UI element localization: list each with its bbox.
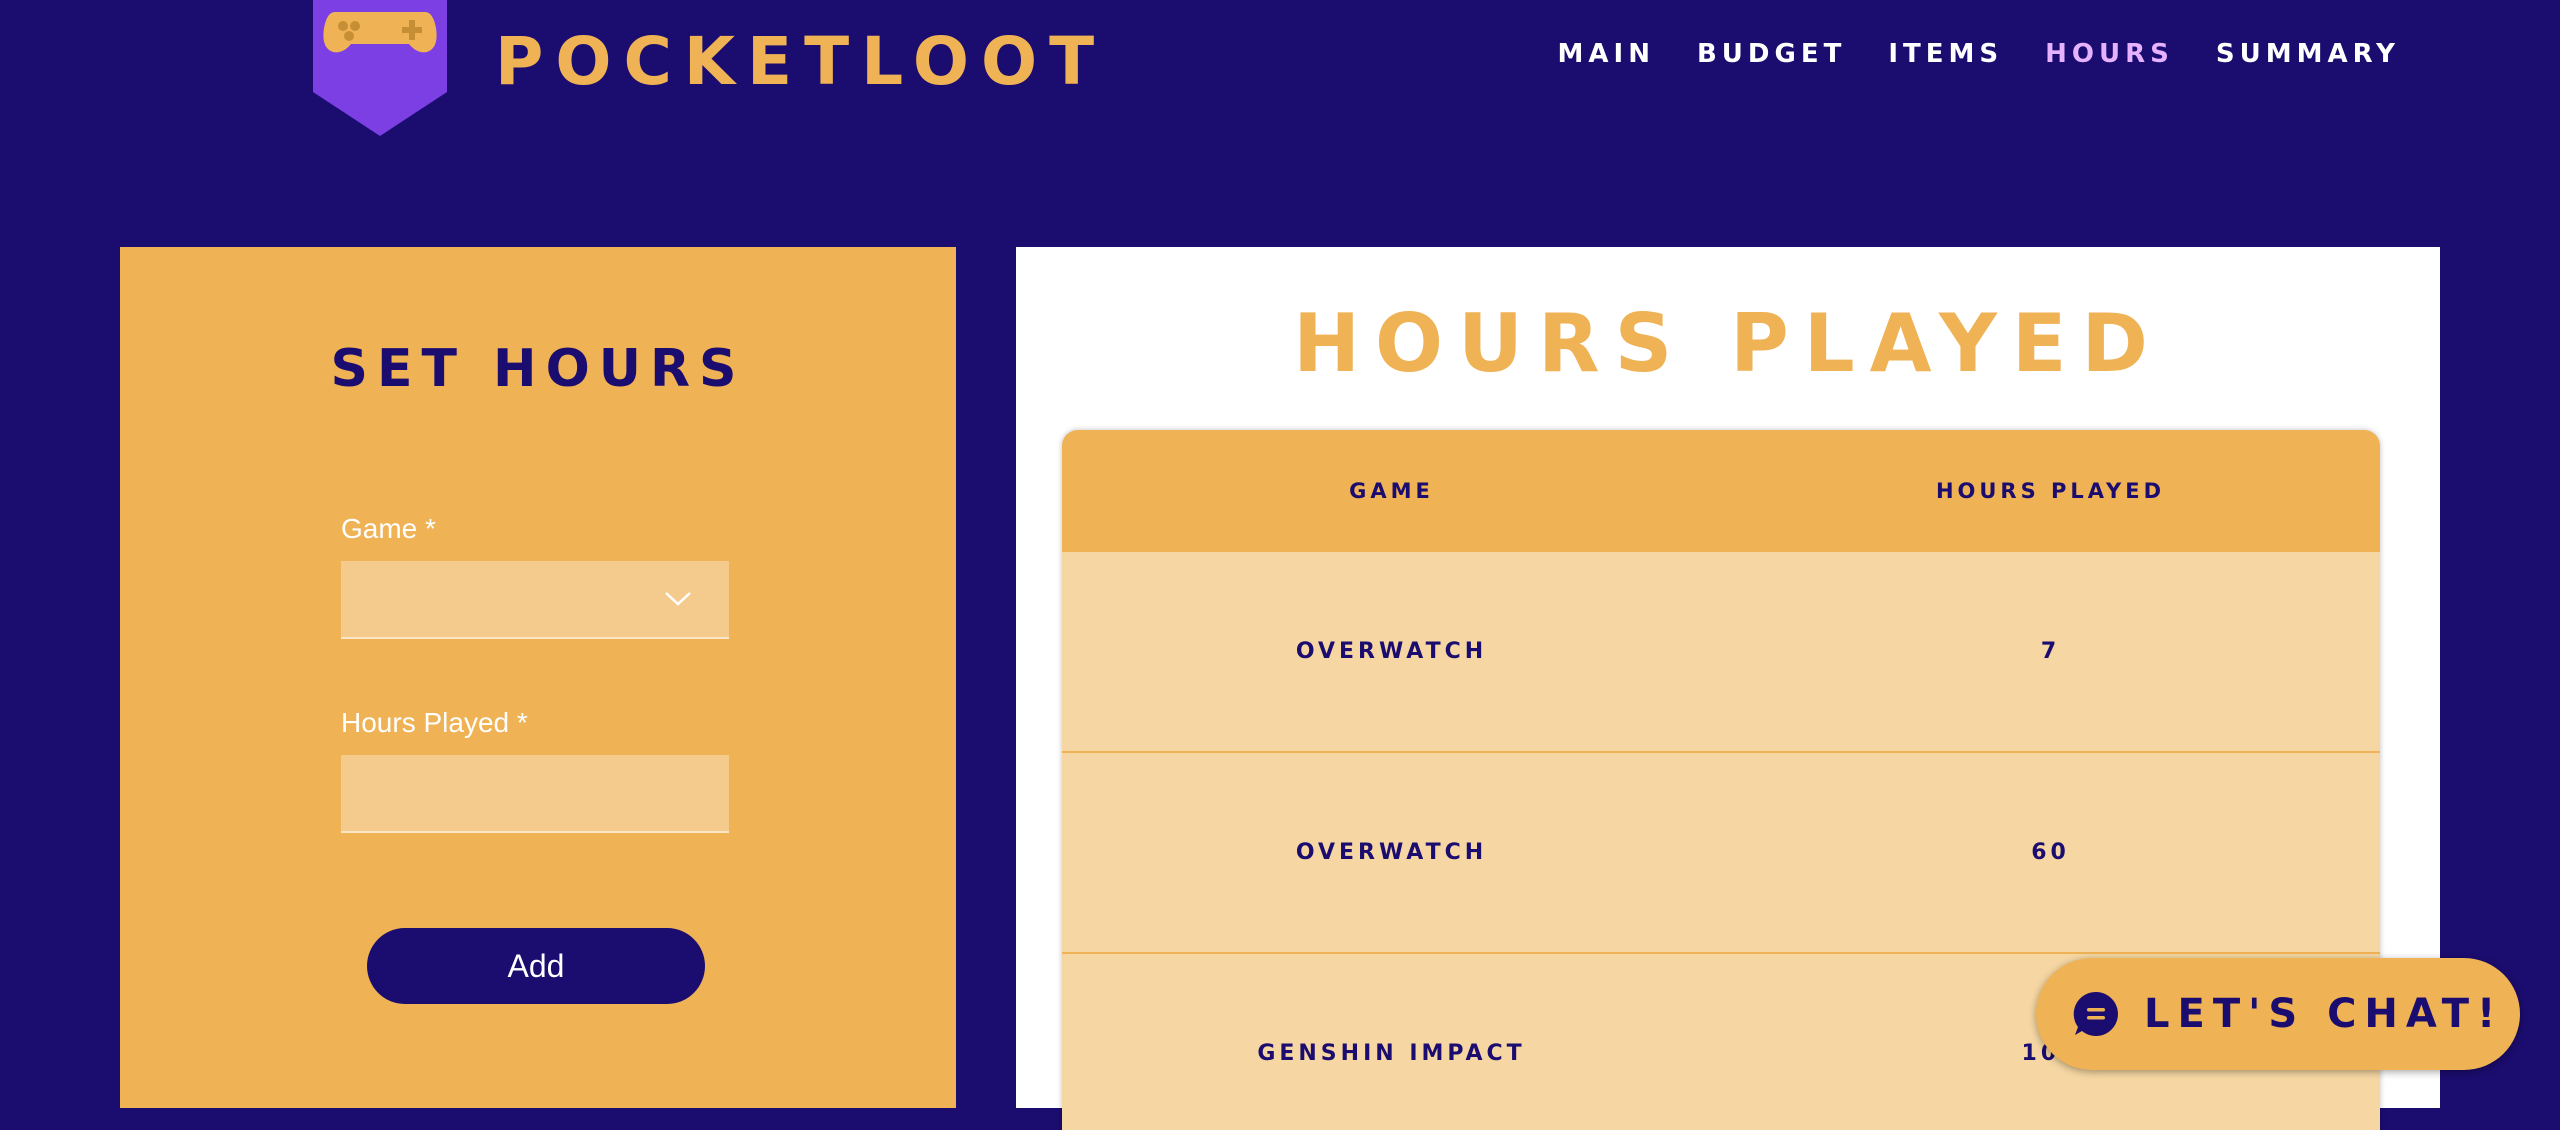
cell-hours: 7 <box>2040 639 2061 664</box>
set-hours-panel: SET HOURS Game * Hours Played * Add <box>120 247 956 1108</box>
nav-item-budget[interactable]: BUDGET <box>1697 32 1846 76</box>
hours-field-label: Hours Played * <box>341 707 528 738</box>
table-header: GAME HOURS PLAYED <box>1062 430 2380 552</box>
nav-item-main[interactable]: MAIN <box>1558 32 1655 76</box>
cell-game: OVERWATCH <box>1295 639 1488 664</box>
hours-played-title: HOURS PLAYED <box>1293 297 2163 390</box>
nav-item-hours[interactable]: HOURS <box>2045 32 2174 76</box>
game-field-label: Game * <box>341 513 436 544</box>
column-header-game[interactable]: GAME <box>1062 479 1721 503</box>
table-row[interactable]: OVERWATCH 7 <box>1062 552 2380 753</box>
nav-item-items[interactable]: ITEMS <box>1888 32 2003 76</box>
chevron-down-icon <box>665 592 691 606</box>
cell-hours: 60 <box>2031 840 2070 865</box>
logo-banner[interactable] <box>313 0 447 136</box>
set-hours-title: SET HOURS <box>330 339 746 399</box>
chat-button[interactable]: LET'S CHAT! <box>2036 958 2520 1070</box>
chat-label: LET'S CHAT! <box>2144 991 2504 1037</box>
main-nav: MAIN BUDGET ITEMS HOURS SUMMARY <box>1558 32 2400 76</box>
game-select[interactable] <box>341 561 729 639</box>
nav-item-summary[interactable]: SUMMARY <box>2216 32 2400 76</box>
add-button[interactable]: Add <box>367 928 705 1004</box>
table-row[interactable]: OVERWATCH 60 <box>1062 753 2380 954</box>
brand-name[interactable]: POCKETLOOT <box>495 22 1106 102</box>
chat-bubble-icon <box>2073 991 2118 1036</box>
hours-input[interactable] <box>341 755 729 833</box>
cell-game: GENSHIN IMPACT <box>1257 1041 1526 1066</box>
cell-game: OVERWATCH <box>1295 840 1488 865</box>
column-header-hours[interactable]: HOURS PLAYED <box>1721 479 2380 503</box>
